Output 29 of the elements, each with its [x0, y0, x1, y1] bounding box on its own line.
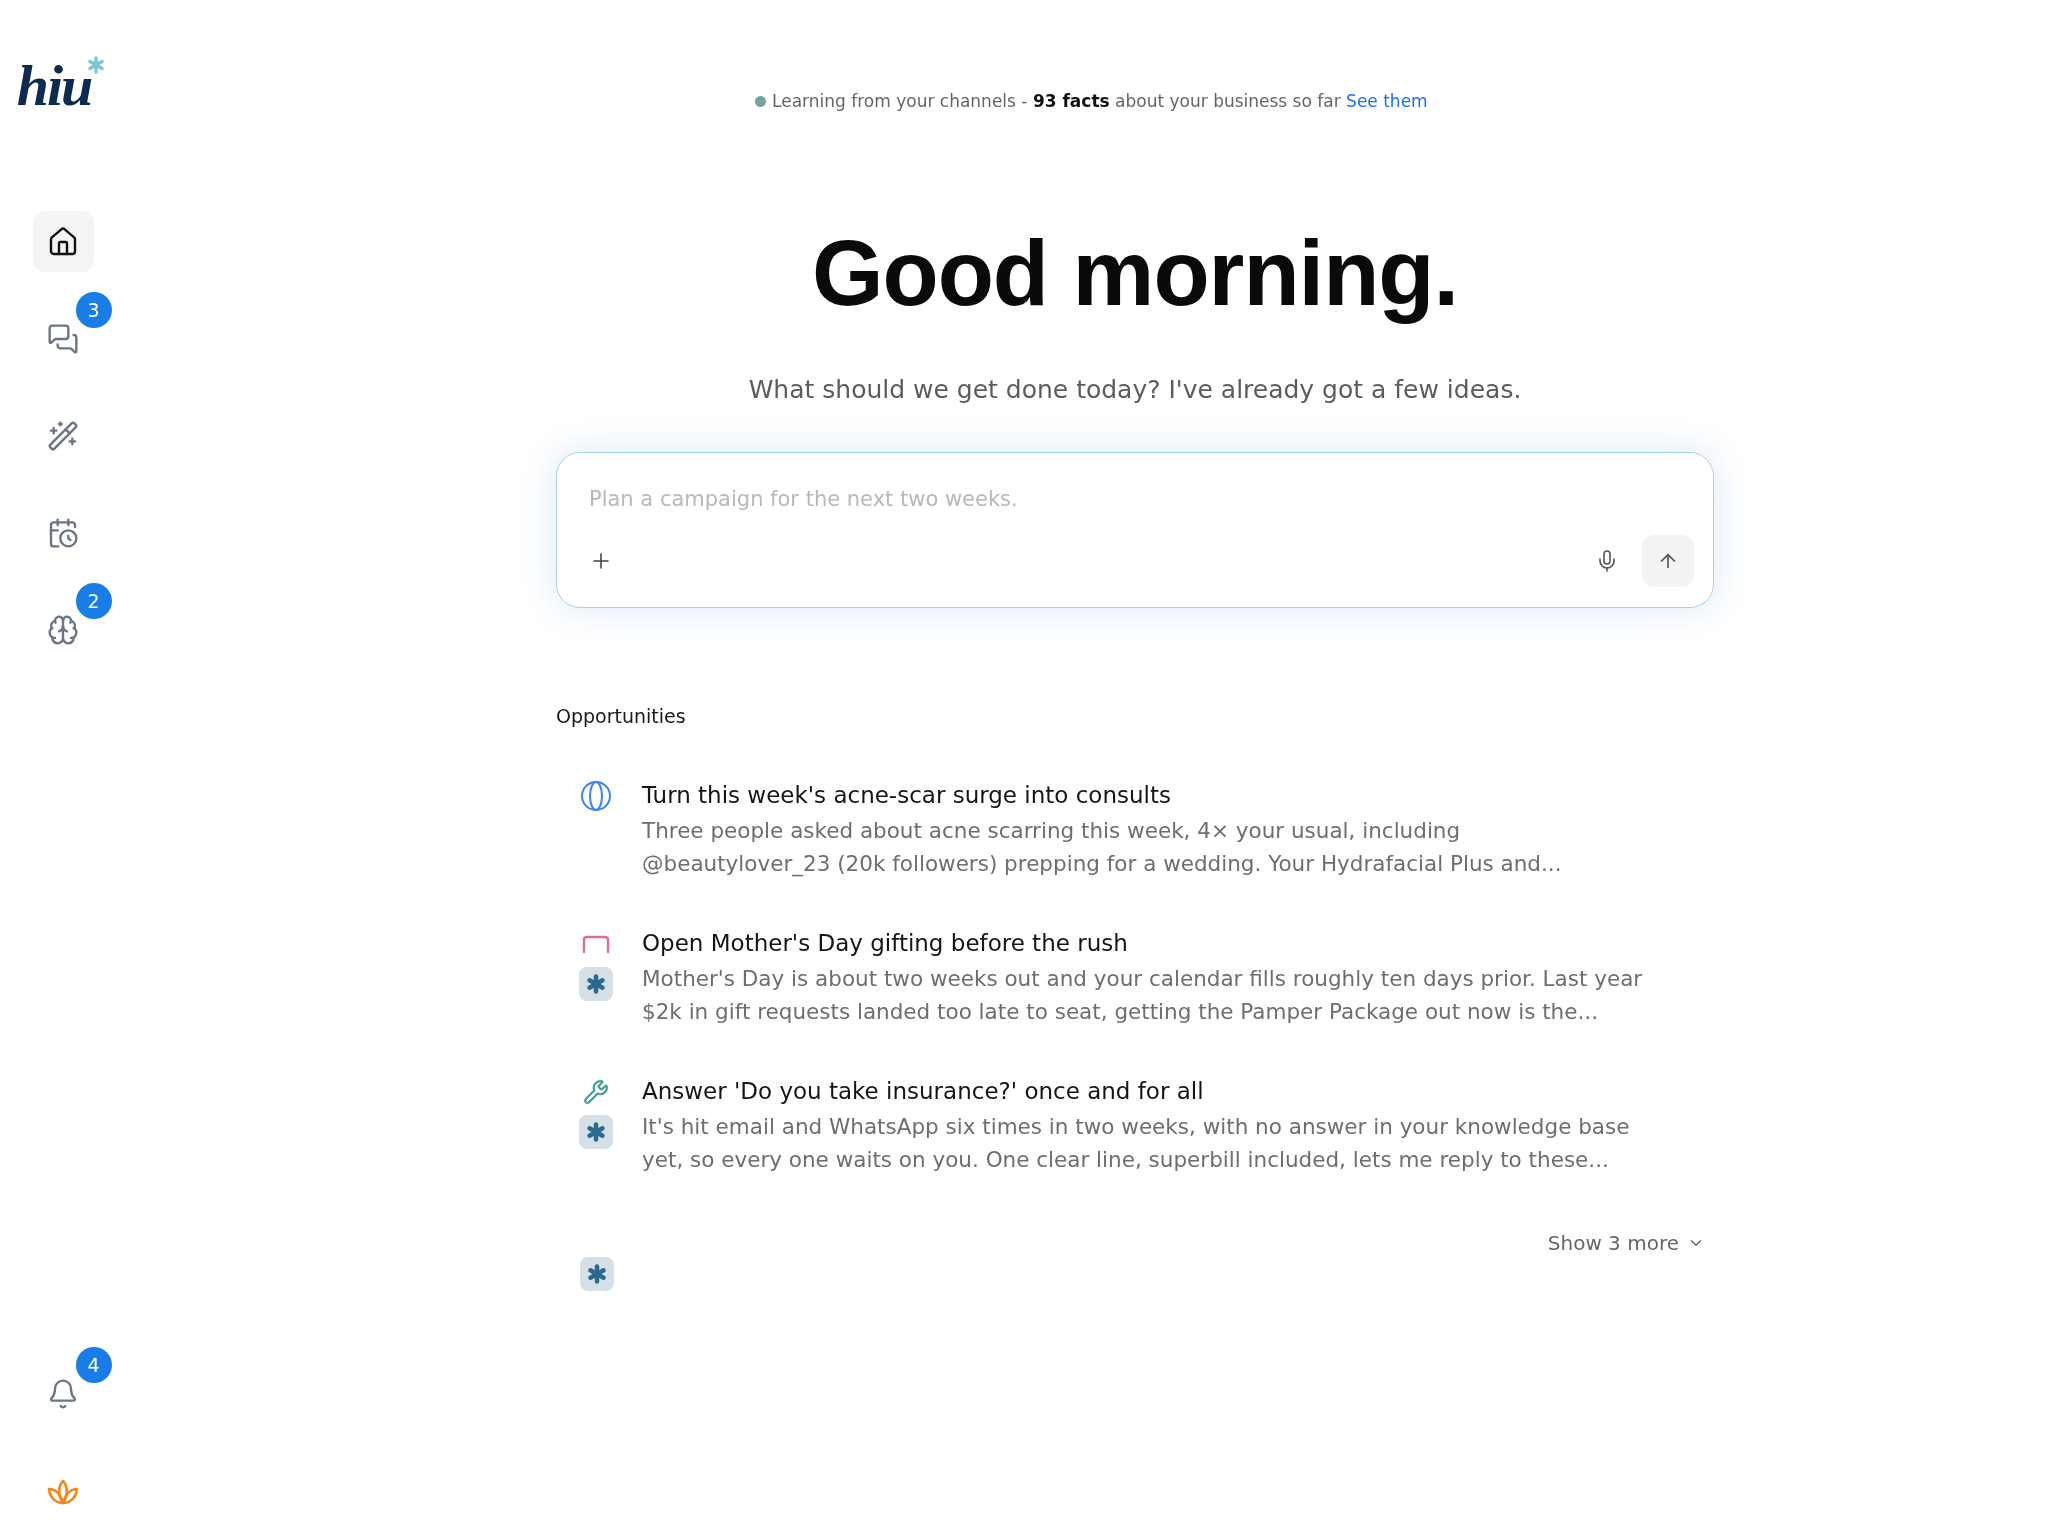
count-badge: 3 [75, 292, 112, 328]
calendar-clock-icon [47, 516, 79, 549]
section-heading: Opportunities [556, 704, 687, 729]
opportunity-description: It's hit email and WhatsApp six times in two weeks, with no answer in your knowledge base yet, so every one waits on you. One clear line, superbill included, lets me reply to these... [642, 1113, 1631, 1174]
bracket-icon [582, 935, 610, 953]
globe-icon [580, 780, 612, 812]
count-badge: 4 [75, 1347, 112, 1383]
wrench-icon [583, 1079, 609, 1105]
nav-button[interactable] [32, 211, 94, 272]
brain-icon [47, 613, 79, 646]
see-them-link[interactable]: See them [1346, 91, 1428, 111]
home-icon [47, 225, 79, 258]
opportunity-description: Three people asked about acne scarring this week, 4× your usual, including @beautylover_23 (20k followers) prepping for a wedding. Your Hydrafacial Plus and... [642, 817, 1563, 879]
opportunity-title[interactable]: Answer 'Do you take insurance?' once and for all [642, 1076, 1648, 1106]
count-badge: 2 [75, 583, 112, 619]
greeting-subtitle: What should we get done today? I've already got a few ideas. [747, 374, 1523, 406]
opportunity-title[interactable]: Turn this week's acne-scar surge into consults [642, 780, 1648, 810]
logo[interactable]: hiu [16, 54, 92, 118]
bell-icon [47, 1377, 79, 1410]
show-more-button[interactable]: Show 3 more [1547, 1229, 1705, 1257]
prompt-input[interactable]: Plan a campaign for the next two weeks. [589, 481, 1694, 517]
greeting-title: Good morning. [810, 221, 1460, 326]
asterisk-tile-icon [580, 1257, 614, 1291]
status-message: Learning from your channels - 93 facts about your business so far See them [772, 90, 1428, 113]
opportunity-title[interactable]: Open Mother's Day gifting before the rush [642, 928, 1648, 958]
opportunity-description: Mother's Day is about two weeks out and your calendar fills roughly ten days prior. Last year $2k in gift requests landed too late to seat, getting the Pamper Package out now is the... [642, 965, 1644, 1026]
magic-wand-icon [47, 419, 79, 452]
chat-bubbles-icon [47, 322, 79, 355]
lotus-icon [47, 1477, 79, 1506]
